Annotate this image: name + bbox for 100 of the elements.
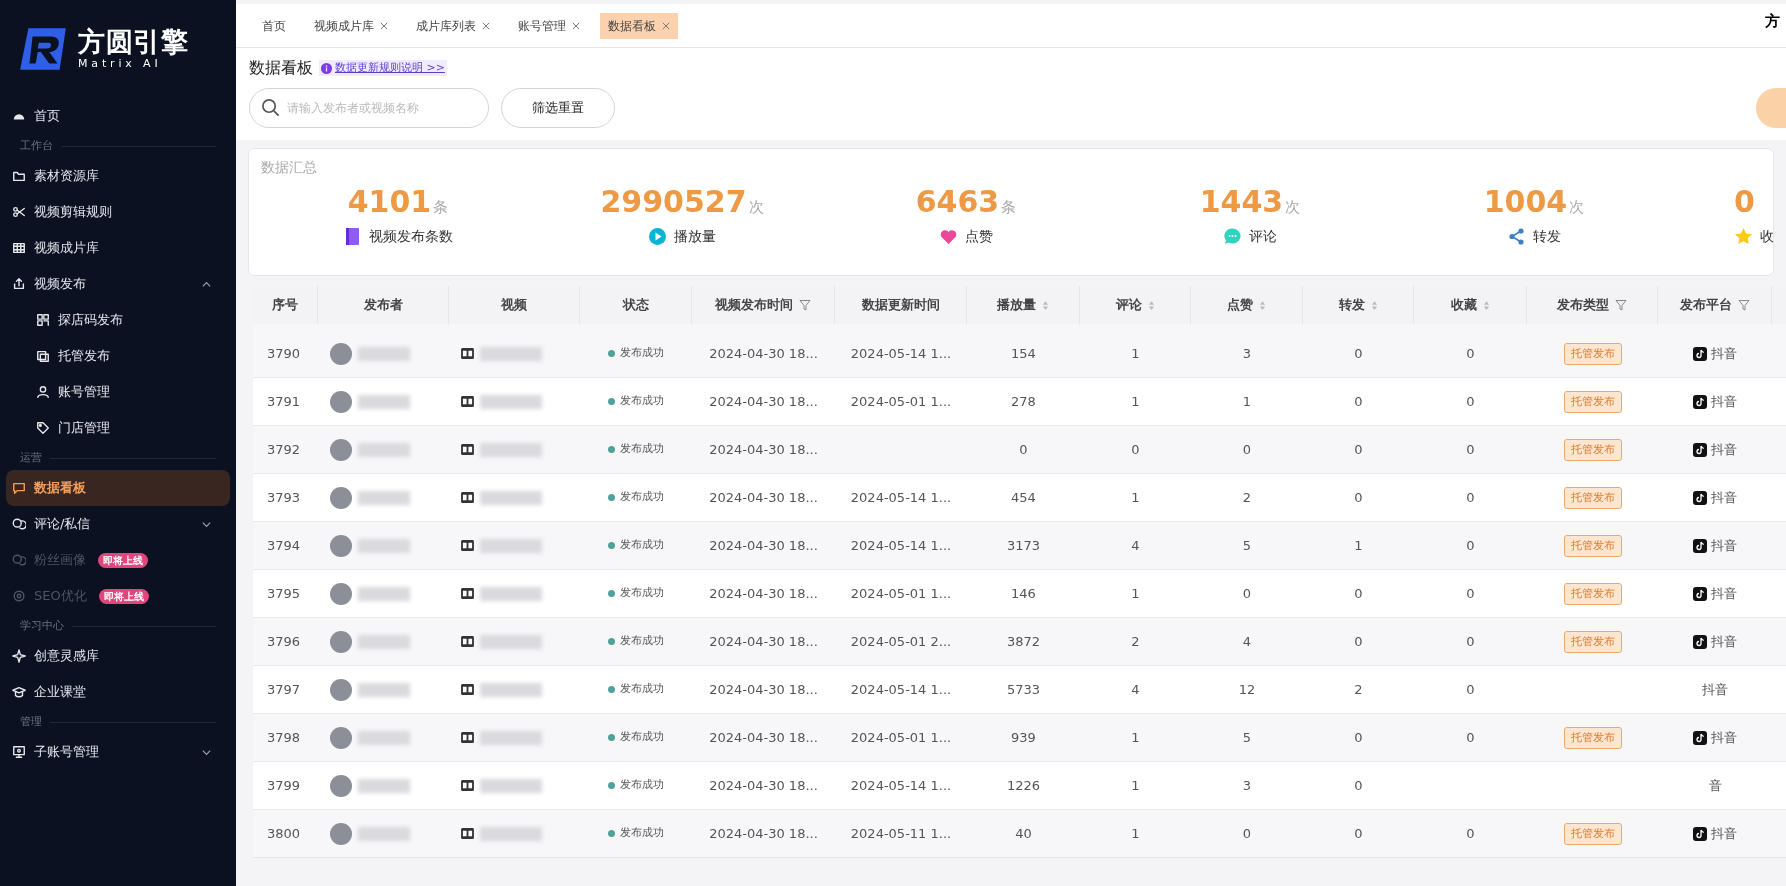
blurred-name xyxy=(358,682,410,697)
table-cell-text: 0 xyxy=(1353,584,1364,603)
book-icon xyxy=(343,227,362,246)
tab[interactable]: 首页 xyxy=(254,12,294,39)
logo-subtitle: Matrix AI xyxy=(78,57,163,71)
film-icon xyxy=(461,684,474,695)
nav-item[interactable]: 探店码发布 xyxy=(6,302,230,338)
table-cell-text: 2024-05-14 1... xyxy=(849,488,953,507)
chat-icon xyxy=(12,517,26,531)
table-cell-text: 0 xyxy=(1353,776,1364,795)
play-icon xyxy=(648,227,667,246)
platform-text: 抖音 xyxy=(1711,488,1737,507)
sort-icon xyxy=(1482,299,1490,311)
tab[interactable]: 视频成片库 xyxy=(306,12,396,39)
blurred-title xyxy=(480,442,542,457)
stat-value: 1443 xyxy=(1199,183,1284,221)
table-cell-text: 2024-04-30 18... xyxy=(708,632,819,651)
nav-item[interactable]: 视频剪辑规则 xyxy=(6,194,230,230)
table-cell-text: 0 xyxy=(1465,488,1476,507)
star-icon xyxy=(1734,227,1753,246)
nav-item[interactable]: 子账号管理 xyxy=(6,734,230,770)
platform-text: 抖音 xyxy=(1711,392,1737,411)
nav-item[interactable]: 企业课堂 xyxy=(6,674,230,710)
table-cell-text: 1 xyxy=(1130,728,1141,747)
platform-text: 抖音 xyxy=(1711,344,1737,363)
column-header: 序号 xyxy=(253,286,318,324)
table-cell-text: 0 xyxy=(1130,440,1141,459)
nav-item[interactable]: 素材资源库 xyxy=(6,158,230,194)
nav-item[interactable]: 评论/私信 xyxy=(6,506,230,542)
comment-icon xyxy=(1223,227,1242,246)
table-cell-text: 454 xyxy=(1010,488,1037,507)
nav-item[interactable]: 视频成片库 xyxy=(6,230,230,266)
table-cell-text: 3 xyxy=(1241,344,1253,363)
avatar xyxy=(330,630,352,653)
type-tag: 托管发布 xyxy=(1563,630,1622,653)
stat-label: 收 xyxy=(1760,227,1774,246)
table-cell-text: 3790 xyxy=(266,344,302,363)
table-cell-text: 1 xyxy=(1353,536,1364,555)
page-title: 数据看板 xyxy=(249,57,313,79)
type-tag: 托管发布 xyxy=(1563,438,1622,461)
table-cell-text: 3791 xyxy=(266,392,302,411)
table-cell-text: 3799 xyxy=(266,776,302,795)
table-cell-text: 5733 xyxy=(1005,680,1042,699)
blurred-name xyxy=(358,730,410,745)
nav-item[interactable]: 托管发布 xyxy=(6,338,230,374)
table-cell-text: 2024-05-14 1... xyxy=(849,680,953,699)
action-button[interactable] xyxy=(1756,88,1786,128)
table-cell-text: 0 xyxy=(1465,536,1476,555)
table-cell-text: 2024-05-01 1... xyxy=(849,728,953,747)
table-cell-text: 1 xyxy=(1130,392,1141,411)
nav-item[interactable]: 视频发布 xyxy=(6,266,230,302)
table-cell-text: 2024-05-14 1... xyxy=(849,344,953,363)
help-link[interactable]: 数据更新规则说明 >> xyxy=(319,59,447,77)
nav-item[interactable]: 账号管理 xyxy=(6,374,230,410)
table-cell-text: 2024-05-14 1... xyxy=(849,776,953,795)
stat-value: 6463 xyxy=(915,183,1000,221)
close-icon xyxy=(572,21,580,30)
table-cell-text: 2024-04-30 18... xyxy=(708,728,819,747)
table-cell-text: 0 xyxy=(1465,392,1476,411)
status-text: 发布成功 xyxy=(620,681,664,698)
blurred-name xyxy=(358,826,410,841)
table-cell-text: 146 xyxy=(1010,584,1037,603)
stat-value: 1004 xyxy=(1483,183,1568,221)
reset-button[interactable]: 筛选重置 xyxy=(501,88,615,128)
table-cell-text: 5 xyxy=(1241,728,1253,747)
table-cell-text: 2024-04-30 18... xyxy=(708,536,819,555)
column-header: 点赞 xyxy=(1191,286,1303,324)
nav-item[interactable]: 门店管理 xyxy=(6,410,230,446)
table-cell-text: 1 xyxy=(1130,488,1141,507)
tab[interactable]: 成片库列表 xyxy=(408,12,498,39)
table-cell-text: 0 xyxy=(1465,680,1476,699)
nav-item[interactable]: 数据看板 xyxy=(6,470,230,506)
nav-item[interactable]: 创意灵感库 xyxy=(6,638,230,674)
stat-unit: 次 xyxy=(1569,197,1585,218)
platform-text: 抖音 xyxy=(1711,440,1737,459)
blurred-title xyxy=(480,346,542,361)
table-cell-text: 0 xyxy=(1353,824,1364,843)
tab[interactable]: 数据看板 xyxy=(600,12,678,39)
avatar xyxy=(330,582,352,605)
blurred-name xyxy=(358,778,410,793)
platform-text: 抖音 xyxy=(1711,536,1737,555)
table-cell-text: 1 xyxy=(1130,584,1141,603)
section-label: 学习中心 xyxy=(20,617,64,634)
sort-icon xyxy=(1370,299,1378,311)
blurred-title xyxy=(480,826,542,841)
table-cell-text: 0 xyxy=(1353,440,1364,459)
table-cell-text: 2024-04-30 18... xyxy=(708,440,819,459)
upload-icon xyxy=(12,277,26,291)
section-label: 工作台 xyxy=(20,137,53,154)
tab[interactable]: 账号管理 xyxy=(510,12,588,39)
column-header: 评论 xyxy=(1080,286,1191,324)
folder-icon xyxy=(12,169,26,183)
table-cell-text: 5 xyxy=(1241,536,1253,555)
table-cell-text: 4 xyxy=(1241,632,1253,651)
nav-item[interactable]: 首页 xyxy=(6,98,230,134)
stat-value: 0 xyxy=(1734,183,1755,221)
search-field[interactable]: 请输入发布者或视频名称 xyxy=(249,88,489,128)
type-tag: 托管发布 xyxy=(1563,342,1622,365)
type-tag: 托管发布 xyxy=(1563,822,1622,845)
table-cell-text: 3793 xyxy=(266,488,302,507)
